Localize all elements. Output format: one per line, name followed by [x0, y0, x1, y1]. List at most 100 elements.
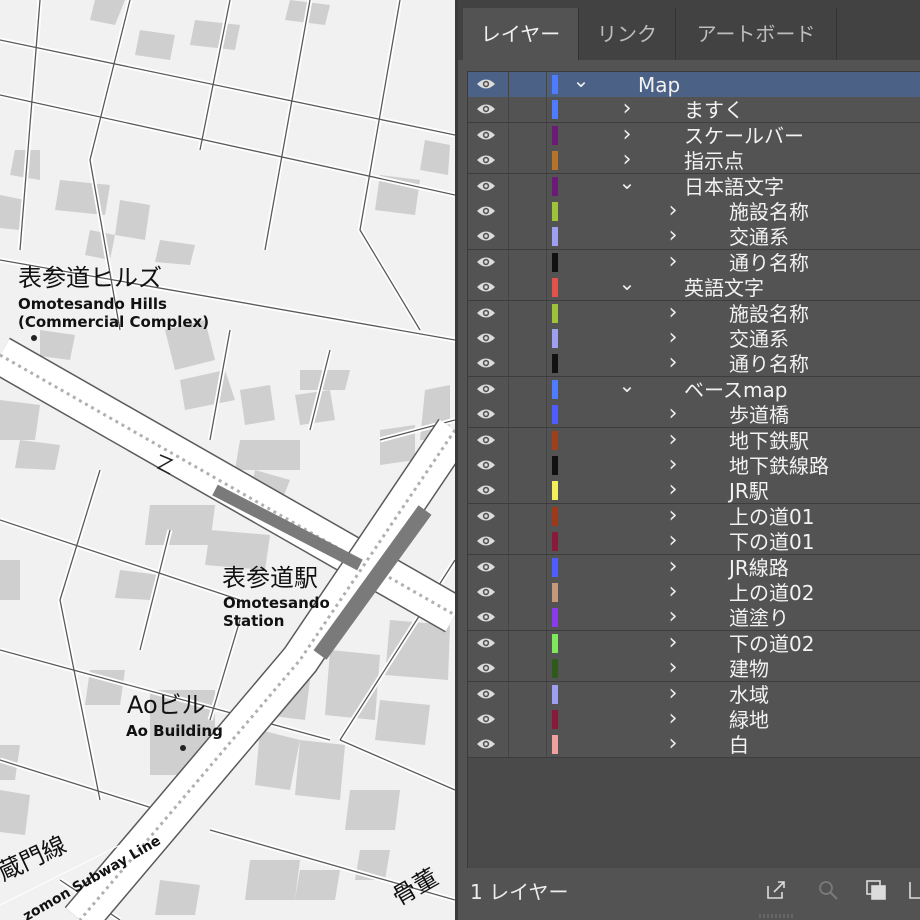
visibility-eye-icon[interactable]: [476, 280, 496, 294]
column-divider[interactable]: [546, 249, 547, 275]
visibility-eye-icon[interactable]: [476, 407, 496, 421]
layer-row[interactable]: › 上の道02: [468, 580, 920, 606]
column-divider[interactable]: [546, 427, 547, 453]
column-divider[interactable]: [546, 376, 547, 402]
column-divider[interactable]: [546, 300, 547, 326]
visibility-eye-icon[interactable]: [476, 560, 496, 574]
layer-row[interactable]: › 水域: [468, 681, 920, 708]
layer-row[interactable]: › 施設名称: [468, 300, 920, 327]
column-divider[interactable]: [546, 199, 547, 224]
chevron-right-icon[interactable]: ›: [664, 733, 682, 755]
visibility-eye-icon[interactable]: [476, 153, 496, 167]
chevron-right-icon[interactable]: ›: [664, 479, 682, 501]
layer-name[interactable]: JR線路: [729, 555, 789, 580]
layer-name[interactable]: 建物: [729, 656, 769, 681]
chevron-right-icon[interactable]: ›: [664, 631, 682, 654]
chevron-right-icon[interactable]: ›: [664, 225, 682, 247]
chevron-down-icon[interactable]: ⌄: [618, 172, 636, 197]
layer-name[interactable]: スケールバー: [684, 123, 804, 148]
chevron-right-icon[interactable]: ›: [664, 250, 682, 273]
layer-row[interactable]: › スケールバー: [468, 122, 920, 149]
visibility-eye-icon[interactable]: [476, 712, 496, 726]
layer-name[interactable]: 道塗り: [729, 605, 789, 630]
chevron-right-icon[interactable]: ›: [618, 123, 636, 146]
chevron-right-icon[interactable]: ›: [664, 657, 682, 679]
layer-name[interactable]: 交通系: [729, 326, 789, 351]
visibility-eye-icon[interactable]: [476, 102, 496, 116]
layer-name[interactable]: 交通系: [729, 224, 789, 249]
layer-row[interactable]: › 地下鉄線路: [468, 453, 920, 479]
column-divider[interactable]: [546, 148, 547, 174]
chevron-right-icon[interactable]: ›: [618, 98, 636, 120]
layer-row[interactable]: › 交通系: [468, 326, 920, 352]
visibility-eye-icon[interactable]: [476, 636, 496, 650]
layer-name[interactable]: 通り名称: [729, 250, 809, 275]
chevron-right-icon[interactable]: ›: [664, 301, 682, 324]
layer-row[interactable]: › 通り名称: [468, 351, 920, 378]
layer-name[interactable]: ますく: [684, 97, 744, 122]
layer-name[interactable]: Map: [638, 72, 680, 97]
layer-row[interactable]: › 緑地: [468, 707, 920, 733]
chevron-right-icon[interactable]: ›: [664, 581, 682, 603]
layer-name[interactable]: ベースmap: [684, 377, 787, 402]
visibility-eye-icon[interactable]: [476, 737, 496, 751]
visibility-eye-icon[interactable]: [476, 382, 496, 396]
chevron-down-icon[interactable]: ⌄: [618, 273, 636, 298]
visibility-eye-icon[interactable]: [476, 229, 496, 243]
column-divider[interactable]: [546, 122, 547, 148]
layer-row[interactable]: › 下の道02: [468, 630, 920, 657]
visibility-eye-icon[interactable]: [476, 610, 496, 624]
column-divider[interactable]: [546, 503, 547, 529]
chevron-right-icon[interactable]: ›: [664, 454, 682, 476]
visibility-eye-icon[interactable]: [476, 483, 496, 497]
layer-row[interactable]: ⌄ Map: [468, 72, 920, 98]
visibility-eye-icon[interactable]: [476, 433, 496, 447]
column-divider[interactable]: [546, 478, 547, 504]
layer-row[interactable]: › 指示点: [468, 148, 920, 175]
visibility-eye-icon[interactable]: [476, 661, 496, 675]
chevron-right-icon[interactable]: ›: [664, 428, 682, 451]
layer-name[interactable]: 施設名称: [729, 301, 809, 326]
column-divider[interactable]: [546, 173, 547, 199]
layer-name[interactable]: 英語文字: [684, 275, 764, 300]
visibility-eye-icon[interactable]: [476, 509, 496, 523]
layer-row[interactable]: › 上の道01: [468, 503, 920, 530]
column-divider[interactable]: [546, 72, 547, 97]
column-divider[interactable]: [546, 351, 547, 377]
layer-name[interactable]: JR駅: [729, 478, 769, 503]
chevron-down-icon[interactable]: ⌄: [572, 72, 590, 95]
new-layer-icon[interactable]: [906, 878, 920, 902]
column-divider[interactable]: [546, 681, 547, 707]
visibility-eye-icon[interactable]: [476, 458, 496, 472]
layer-row[interactable]: › 地下鉄駅: [468, 427, 920, 454]
layer-row[interactable]: › 通り名称: [468, 249, 920, 276]
layer-name[interactable]: 白: [729, 732, 749, 757]
visibility-eye-icon[interactable]: [476, 255, 496, 269]
layer-row[interactable]: › 下の道01: [468, 529, 920, 556]
export-icon[interactable]: [764, 878, 788, 902]
visibility-eye-icon[interactable]: [476, 534, 496, 548]
layer-name[interactable]: 緑地: [729, 707, 769, 732]
layer-row[interactable]: ⌄ ベースmap: [468, 375, 920, 403]
column-divider[interactable]: [546, 554, 547, 580]
layer-row[interactable]: › JR駅: [468, 478, 920, 505]
column-divider[interactable]: [546, 656, 547, 682]
layer-row[interactable]: ⌄ 日本語文字: [468, 172, 920, 200]
layer-name[interactable]: 日本語文字: [684, 174, 784, 199]
column-divider[interactable]: [546, 402, 547, 428]
layer-name[interactable]: 歩道橋: [729, 402, 789, 427]
layer-row[interactable]: › 歩道橋: [468, 402, 920, 429]
layer-name[interactable]: 地下鉄駅: [729, 428, 809, 453]
layer-row[interactable]: › 交通系: [468, 224, 920, 251]
layer-row[interactable]: › JR線路: [468, 554, 920, 581]
tab-artboards[interactable]: アートボード: [676, 8, 837, 60]
chevron-right-icon[interactable]: ›: [664, 504, 682, 527]
chevron-right-icon[interactable]: ›: [664, 708, 682, 730]
column-divider[interactable]: [546, 707, 547, 732]
visibility-eye-icon[interactable]: [476, 331, 496, 345]
layer-name[interactable]: 通り名称: [729, 351, 809, 376]
visibility-eye-icon[interactable]: [476, 204, 496, 218]
visibility-eye-icon[interactable]: [476, 687, 496, 701]
chevron-down-icon[interactable]: ⌄: [618, 375, 636, 400]
layer-name[interactable]: 上の道01: [729, 504, 814, 529]
